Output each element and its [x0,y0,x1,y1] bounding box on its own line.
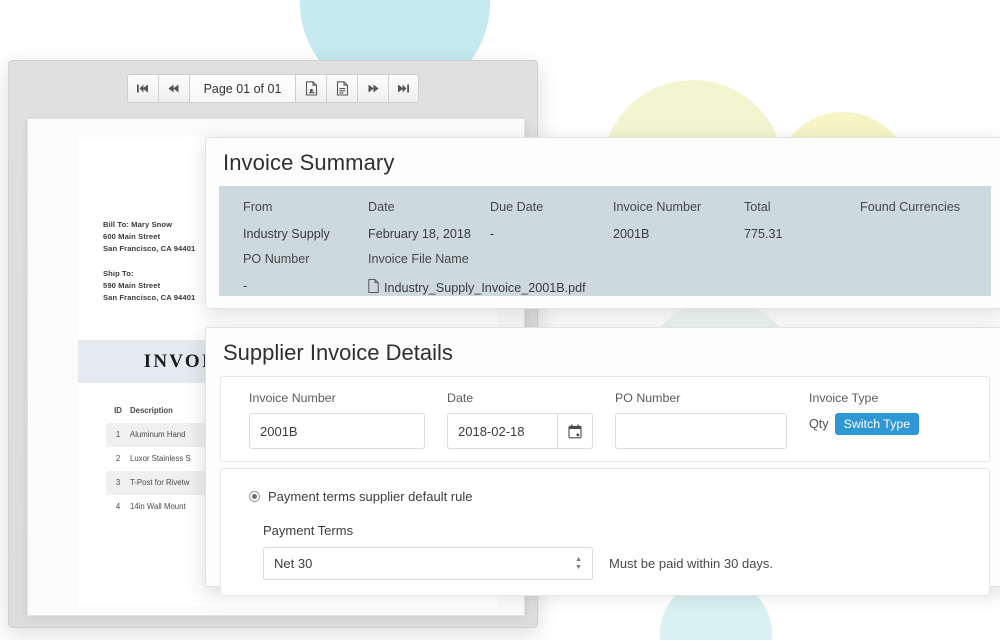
bill-to-line-3: San Francisco, CA 94401 [103,243,196,253]
document-page-icon [336,81,348,96]
payment-terms-select[interactable]: Net 30 ▲ ▼ [263,547,593,580]
payment-terms-label: Payment Terms [263,523,354,538]
invoice-summary-card: Invoice Summary From Date Due Date Invoi… [205,137,1000,309]
bill-to-line-1: Bill To: Mary Snow [103,220,173,229]
pdf-toolbar-buttons: Page 01 of 01 [126,74,420,103]
previous-page-icon [168,84,179,93]
cell-id: 4 [115,502,121,512]
date-field-group: Date 2018-02-18 [447,391,593,449]
supplier-default-rule-label: Payment terms supplier default rule [268,489,473,504]
label-from: From [243,200,273,214]
label-invoice-file-name: Invoice File Name [368,252,469,266]
invoice-type-value: Qty [809,417,829,431]
invoice-summary-band: From Date Due Date Invoice Number Total … [219,186,991,296]
po-number-field-group: PO Number [615,391,787,449]
po-number-label: PO Number [615,391,681,405]
value-invoice-number: 2001B [613,227,650,241]
stepper-arrows-icon: ▲ ▼ [575,555,582,571]
invoice-number-field-group: Invoice Number 2001B [249,391,425,449]
bill-to-block: Bill To: Mary Snow 600 Main Street San F… [103,219,195,254]
next-page-button[interactable] [357,74,389,103]
file-icon [368,279,379,296]
radio-button-selected[interactable] [249,491,260,502]
payment-terms-hint: Must be paid within 30 days. [609,556,774,571]
invoice-type-field-group: Invoice Type Qty Switch Type [809,391,920,449]
value-date: February 18, 2018 [368,227,471,241]
invoice-fields-grid: Invoice Number 2001B Date 2018-02-18 PO … [221,377,989,449]
invoice-type-label: Invoice Type [809,391,879,405]
document-export-button[interactable] [295,74,327,103]
screen-root: Page 01 of 01 Bill To: Mary Snow 600 Mai… [0,0,1000,640]
value-total: 775.31 [744,227,783,241]
payment-terms-field-group: Payment Terms Net 30 ▲ ▼ Must be paid wit… [249,504,989,580]
summary-labels-row-2: PO Number Invoice File Name [243,252,991,279]
switch-type-button[interactable]: Switch Type [834,413,920,435]
page-indicator[interactable]: Page 01 of 01 [188,74,296,103]
supplier-invoice-details-card: Supplier Invoice Details Invoice Number … [205,327,1000,596]
invoice-number-label: Invoice Number [249,391,336,405]
payment-terms-group: Payment terms supplier default rule Paym… [220,468,990,596]
cell-id: 2 [115,454,121,464]
label-total: Total [744,200,771,214]
calendar-picker-button[interactable] [557,413,593,449]
date-label: Date [447,391,474,405]
first-page-icon [137,84,149,93]
last-page-icon [398,84,410,93]
payment-terms-row: Net 30 ▲ ▼ Must be paid within 30 days. [263,547,989,580]
invoice-file-link[interactable]: Industry_Supply_Invoice_2001B.pdf [368,279,586,307]
invoice-number-input[interactable]: 2001B [249,413,425,449]
column-header-id: ID [114,406,122,415]
supplier-invoice-details-title: Supplier Invoice Details [223,340,453,365]
ship-to-line-3: San Francisco, CA 94401 [103,292,196,302]
next-page-icon [368,84,379,93]
calendar-icon [568,424,582,438]
label-invoice-number: Invoice Number [613,200,702,214]
date-input[interactable]: 2018-02-18 [447,413,557,449]
value-from: Industry Supply [243,227,330,241]
label-found-currencies: Found Currencies [860,200,961,214]
summary-labels-row-1: From Date Due Date Invoice Number Total … [243,200,991,227]
label-date: Date [368,200,395,214]
previous-page-button[interactable] [157,74,189,103]
document-page-button[interactable] [326,74,358,103]
ship-to-line-1: Ship To: [103,269,134,278]
invoice-fields-group: Invoice Number 2001B Date 2018-02-18 PO … [220,376,990,462]
ship-to-line-2: 590 Main Street [103,280,161,290]
date-input-wrapper: 2018-02-18 [447,413,593,449]
document-export-icon [305,81,317,96]
value-po-number: - [243,279,248,293]
invoice-file-name: Industry_Supply_Invoice_2001B.pdf [384,280,586,295]
summary-values-row-1: Industry Supply February 18, 2018 - 2001… [243,227,991,252]
invoice-summary-title: Invoice Summary [223,150,395,175]
value-due-date: - [490,227,495,241]
pdf-toolbar: Page 01 of 01 [9,74,537,103]
label-po-number: PO Number [243,252,310,266]
first-page-button[interactable] [126,74,158,103]
bill-to-line-2: 600 Main Street [103,231,161,241]
po-number-input[interactable] [615,413,787,449]
supplier-default-rule-radio-row[interactable]: Payment terms supplier default rule [249,489,989,504]
cell-id: 3 [115,478,121,488]
label-due-date: Due Date [490,200,544,214]
ship-to-block: Ship To: 590 Main Street San Francisco, … [103,268,195,303]
last-page-button[interactable] [388,74,420,103]
summary-values-row-2: - Industry_Supply_Invoice_2001B.pdf [243,279,991,307]
payment-terms-selected-value: Net 30 [274,556,313,571]
cell-id: 1 [115,430,121,440]
invoice-type-row: Qty Switch Type [809,413,920,435]
